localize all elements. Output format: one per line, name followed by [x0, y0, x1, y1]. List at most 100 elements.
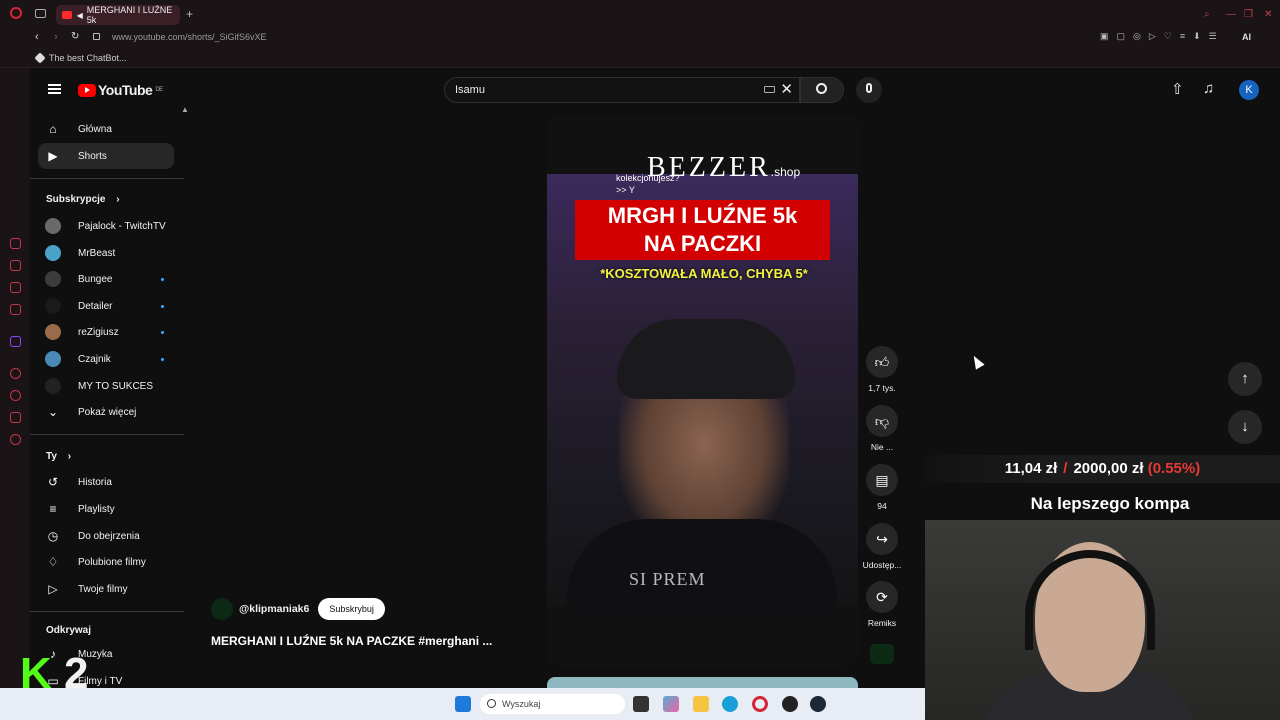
subscriptions-heading[interactable]: Subskrypcje › [46, 194, 120, 205]
sidebar-scroll-up-icon[interactable]: ▲ [181, 105, 189, 114]
remix-button[interactable]: ⟳ Remiks [862, 581, 902, 628]
task-view-icon[interactable] [633, 696, 649, 712]
extensions-icons[interactable]: ▣▢◎▷♡≡⬇☰ [1100, 31, 1225, 42]
sidebar-item-liked[interactable]: ♢ Polubione filmy [38, 549, 174, 575]
sidebar-item-watch-later[interactable]: ◷ Do obejrzenia [38, 523, 174, 549]
streamer-webcam [925, 520, 1280, 720]
video-title[interactable]: MERGHANI I LUŹNE 5k NA PACZKE #merghani … [211, 634, 492, 648]
windows-start-icon[interactable] [455, 696, 471, 712]
share-button[interactable]: ↪ Udostęp... [862, 523, 902, 570]
sidebar-icon-5[interactable] [10, 368, 21, 379]
back-icon[interactable]: ‹ [35, 31, 39, 43]
channel-avatar[interactable] [211, 598, 233, 620]
comments-button[interactable]: ▤ 94 [862, 464, 902, 511]
taskbar-search[interactable]: Wyszukaj [480, 694, 625, 714]
ai-button[interactable]: AI [1242, 32, 1251, 42]
chevron-down-icon: ⌄ [47, 405, 59, 419]
sidebar-item-your-videos[interactable]: ▷ Twoje filmy [38, 576, 174, 602]
previous-short-button[interactable]: ↑ [1228, 362, 1262, 396]
video-caption-red: MRGH I LUŹNE 5k NA PACZKI [575, 200, 830, 260]
sidebar-icon-3[interactable] [10, 282, 21, 293]
sound-avatar[interactable] [870, 644, 894, 664]
sidebar-item-detailer[interactable]: Detailer [38, 293, 174, 319]
sidebar-icon-1[interactable] [10, 238, 21, 249]
nav-label: Polubione filmy [78, 556, 146, 568]
comment-count: 94 [877, 501, 887, 511]
speaker-icon[interactable]: ◀ [77, 11, 83, 20]
notifications-bell-icon[interactable]: ♫ [1203, 80, 1214, 97]
sidebar-item-history[interactable]: ↺ Historia [38, 469, 174, 495]
new-content-dot [161, 277, 164, 281]
url-field[interactable]: www.youtube.com/shorts/_SiGifS6vXE [112, 32, 267, 42]
channel-name[interactable]: @klipmaniak6 [239, 603, 309, 615]
search-tabs-icon[interactable]: ⌕ [1204, 9, 1210, 20]
nav-item-home[interactable]: ⌂ Główna [38, 116, 174, 142]
sidebar-icon-7[interactable] [10, 412, 21, 423]
edge-icon[interactable] [722, 696, 738, 712]
country-code: DE [155, 87, 163, 93]
new-content-dot [161, 357, 164, 361]
share-label: Udostęp... [862, 560, 902, 570]
maximize-button[interactable]: ❐ [1244, 9, 1253, 20]
sidebar-icon-2[interactable] [10, 260, 21, 271]
bookmark-chatbot[interactable]: The best ChatBot... [49, 53, 127, 63]
lock-icon [93, 33, 100, 40]
account-avatar[interactable]: K [1239, 80, 1259, 100]
overlay-question: kolekcjonujesz? >> Y [616, 172, 680, 196]
sidebar-icon-4[interactable] [10, 304, 21, 315]
twitch-icon[interactable] [10, 336, 21, 347]
sidebar-item-bungee[interactable]: Bungee [38, 266, 174, 292]
opera-icon[interactable] [752, 696, 768, 712]
shirt-text: SI PREM [629, 569, 706, 589]
opera-sidebar [0, 68, 30, 688]
keyboard-icon[interactable] [764, 86, 775, 93]
forward-icon[interactable]: › [54, 31, 58, 43]
voice-search-button[interactable] [856, 77, 882, 103]
clear-search-icon[interactable]: ✕ [780, 78, 793, 102]
nav-label: Główna [78, 123, 112, 135]
minimize-button[interactable]: — [1226, 9, 1236, 20]
search-icon [487, 699, 496, 708]
video-icon: ▷ [48, 582, 58, 596]
dislike-button[interactable]: 👎︎ Nie ... [862, 405, 902, 452]
channel-avatar [45, 351, 61, 367]
sidebar-item-rezigiusz[interactable]: reZigiusz [38, 319, 174, 345]
explore-heading: Odkrywaj [46, 625, 91, 636]
copilot-icon[interactable] [663, 696, 679, 712]
sidebar-item-mrbeast[interactable]: MrBeast [38, 240, 174, 266]
upload-icon[interactable]: ⇧ [1171, 80, 1184, 98]
sidebar-item-playlists[interactable]: ≡ Playlisty [38, 496, 174, 522]
youtube-logo[interactable]: YouTube DE [78, 82, 163, 98]
search-button[interactable] [800, 77, 844, 103]
shorts-video-player[interactable]: SI PREM BEZZER.shop kolekcjonujesz? >> Y… [547, 114, 858, 666]
app-icon[interactable] [782, 696, 798, 712]
screen: ◀ MERGHANI I LUŹNE 5k + ⌕ — ❐ ✕ ‹ › ↻ ww… [0, 0, 1280, 720]
nav-label: Pokaż więcej [78, 406, 137, 418]
brand-suffix: .shop [770, 165, 801, 179]
windows-taskbar: Wyszukaj [0, 688, 925, 720]
subscribe-button[interactable]: Subskrybuj [318, 598, 385, 620]
sidebar-icon-6[interactable] [10, 390, 21, 401]
file-explorer-icon[interactable] [693, 696, 709, 712]
tab-active[interactable]: ◀ MERGHANI I LUŹNE 5k [56, 5, 180, 25]
menu-icon[interactable] [48, 84, 61, 94]
like-button[interactable]: 👍︎ 1,7 tys. [862, 346, 902, 393]
opera-logo-icon[interactable] [10, 7, 22, 19]
section-title: Ty [46, 451, 57, 462]
next-short-button[interactable]: ↓ [1228, 410, 1262, 444]
search-value: Isamu [455, 84, 485, 96]
steam-icon[interactable] [810, 696, 826, 712]
new-tab-button[interactable]: + [186, 7, 193, 21]
sidebar-item-pajalock[interactable]: Pajalock - TwitchTV [38, 213, 174, 239]
you-heading[interactable]: Ty › [46, 451, 71, 462]
nav-item-shorts[interactable]: ▶ Shorts [38, 143, 174, 169]
sidebar-item-my-to-sukces[interactable]: MY TO SUKCES [38, 373, 174, 399]
settings-icon[interactable] [10, 434, 21, 445]
search-input[interactable]: Isamu ✕ [444, 77, 800, 103]
sidebar-item-czajnik[interactable]: Czajnik [38, 346, 174, 372]
question-line: kolekcjonujesz? [616, 173, 680, 183]
tab-menu-icon[interactable] [35, 9, 46, 18]
show-more-button[interactable]: ⌄ Pokaż więcej [38, 399, 174, 425]
close-window-button[interactable]: ✕ [1264, 9, 1272, 20]
reload-icon[interactable]: ↻ [71, 31, 79, 42]
